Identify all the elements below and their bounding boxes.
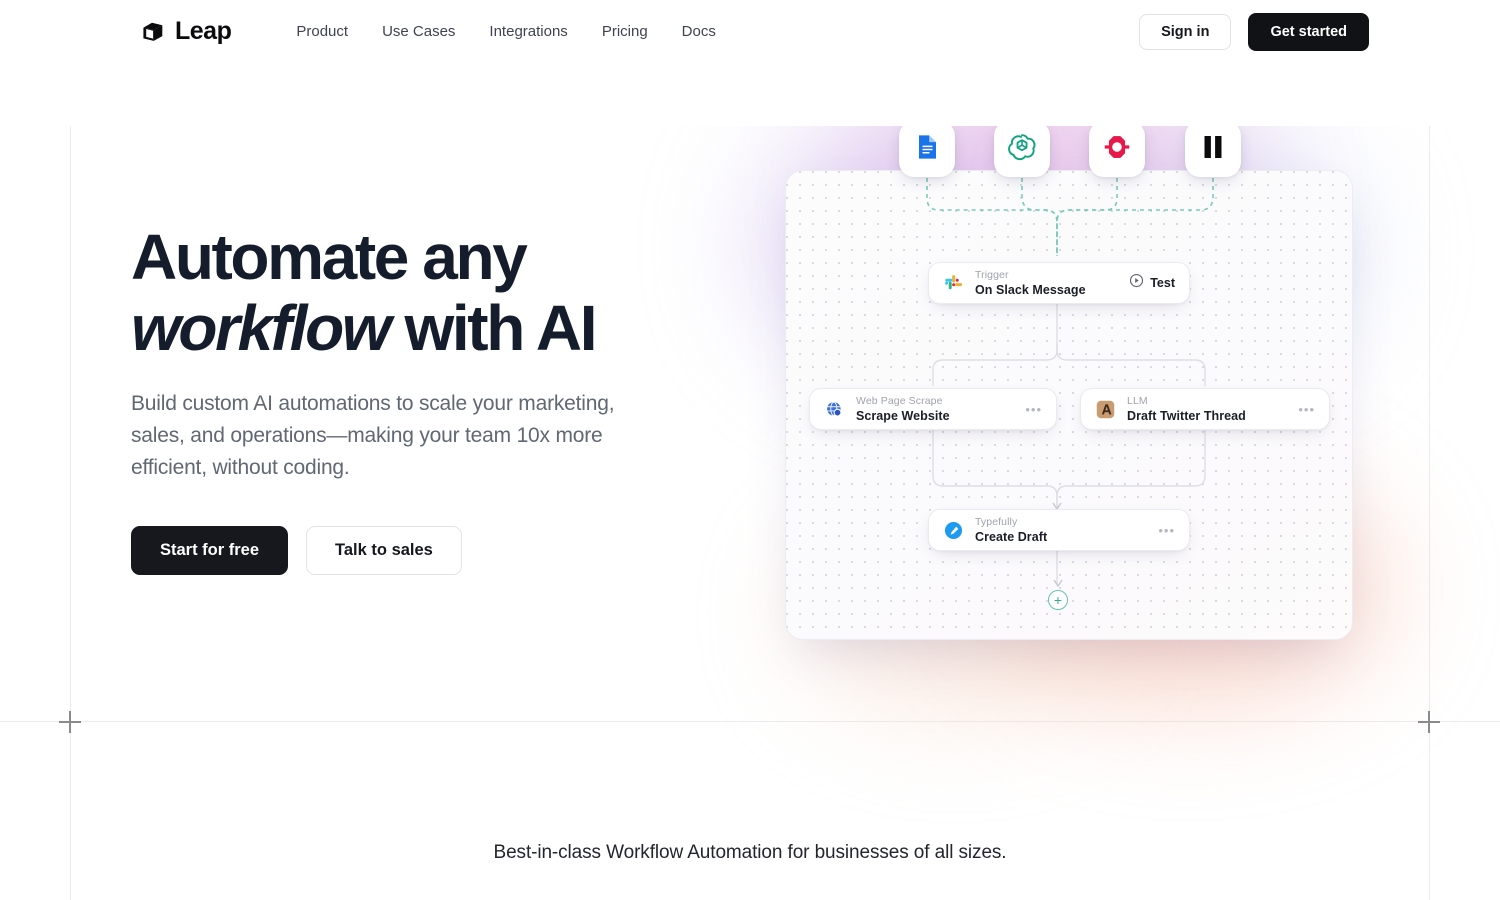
nav-links: Product Use Cases Integrations Pricing D… [279, 15, 733, 48]
app-tile-google-docs[interactable] [899, 121, 955, 177]
typefully-icon [943, 520, 963, 540]
node-title: Draft Twitter Thread [1127, 408, 1246, 423]
brand-logo[interactable]: Leap [140, 17, 232, 46]
node-overflow-menu-icon[interactable]: ••• [1298, 403, 1315, 416]
headline-line-2: with AI [389, 292, 598, 364]
workflow-node-llm-text: LLM Draft Twitter Thread [1127, 395, 1246, 423]
landing-page: Leap Product Use Cases Integrations Pric… [0, 0, 1500, 900]
nav-link-pricing[interactable]: Pricing [585, 15, 665, 48]
node-kicker: Typefully [975, 515, 1018, 528]
sign-in-button[interactable]: Sign in [1139, 13, 1232, 50]
app-tile-openai[interactable] [994, 121, 1050, 177]
test-button-label: Test [1150, 276, 1175, 290]
hero-copy: Automate any workflow with AI Build cust… [131, 222, 791, 575]
workflow-node-typefully-actions: ••• [1158, 524, 1175, 537]
node-kicker: LLM [1127, 394, 1148, 407]
globe-search-icon [824, 399, 844, 419]
test-button[interactable]: Test [1129, 273, 1175, 293]
pause-bars-icon [1200, 133, 1226, 166]
nav-link-product[interactable]: Product [279, 15, 365, 48]
nav-link-docs[interactable]: Docs [665, 15, 733, 48]
workflow-node-typefully-text: Typefully Create Draft [975, 516, 1047, 544]
app-tile-pause-bars[interactable] [1185, 121, 1241, 177]
workflow-node-trigger[interactable]: Trigger On Slack Message Test [928, 262, 1190, 304]
play-circle-icon [1129, 273, 1144, 293]
workflow-node-llm[interactable]: LLM Draft Twitter Thread ••• [1080, 388, 1330, 430]
page-title: Automate any workflow with AI [131, 222, 791, 364]
workflow-node-scrape-text: Web Page Scrape Scrape Website [856, 395, 950, 423]
headline-italic-word: workflow [131, 292, 392, 364]
tagline-text: Best-in-class Workflow Automation for bu… [493, 842, 1007, 863]
hero-subheadline: Build custom AI automations to scale you… [131, 392, 615, 479]
node-title: Scrape Website [856, 408, 950, 423]
add-step-button[interactable]: + [1048, 590, 1068, 610]
node-overflow-menu-icon[interactable]: ••• [1158, 524, 1175, 537]
guide-rule-right [1429, 0, 1430, 900]
workflow-node-trigger-text: Trigger On Slack Message [975, 269, 1086, 297]
nav-link-use-cases[interactable]: Use Cases [365, 15, 472, 48]
workflow-node-trigger-actions: Test [1129, 273, 1175, 293]
crosshair-marker-right [1418, 711, 1440, 733]
workflow-node-typefully[interactable]: Typefully Create Draft ••• [928, 509, 1190, 551]
cube-icon [140, 19, 166, 45]
app-tile-red-octagon[interactable] [1089, 121, 1145, 177]
hero-cta-row: Start for free Talk to sales [131, 526, 791, 575]
node-kicker: Trigger [975, 268, 1009, 281]
top-navigation: Leap Product Use Cases Integrations Pric… [0, 0, 1500, 63]
node-title: Create Draft [975, 529, 1048, 544]
nav-link-integrations[interactable]: Integrations [472, 15, 584, 48]
crosshair-marker-left [59, 711, 81, 733]
get-started-button[interactable]: Get started [1248, 12, 1369, 51]
nav-divider [0, 63, 1500, 126]
claude-icon [1095, 399, 1115, 419]
workflow-node-llm-actions: ••• [1298, 403, 1315, 416]
openai-icon [1007, 132, 1037, 167]
workflow-illustration: Trigger On Slack Message Test Web Page S… [745, 76, 1405, 708]
node-title: On Slack Message [975, 282, 1086, 297]
guide-rule-left [70, 0, 71, 900]
node-kicker: Web Page Scrape [856, 394, 943, 407]
workflow-node-scrape-actions: ••• [1025, 403, 1042, 416]
slack-icon [943, 273, 963, 293]
section-divider [0, 721, 1500, 722]
brand-name: Leap [175, 17, 232, 45]
red-octagon-icon [1102, 132, 1132, 167]
workflow-node-scrape[interactable]: Web Page Scrape Scrape Website ••• [809, 388, 1057, 430]
start-for-free-button[interactable]: Start for free [131, 526, 289, 575]
talk-to-sales-button[interactable]: Talk to sales [306, 526, 462, 575]
google-docs-icon [913, 133, 941, 166]
node-overflow-menu-icon[interactable]: ••• [1025, 403, 1042, 416]
headline-line-1: Automate any [131, 221, 528, 293]
nav-actions: Sign in Get started [1139, 12, 1369, 51]
